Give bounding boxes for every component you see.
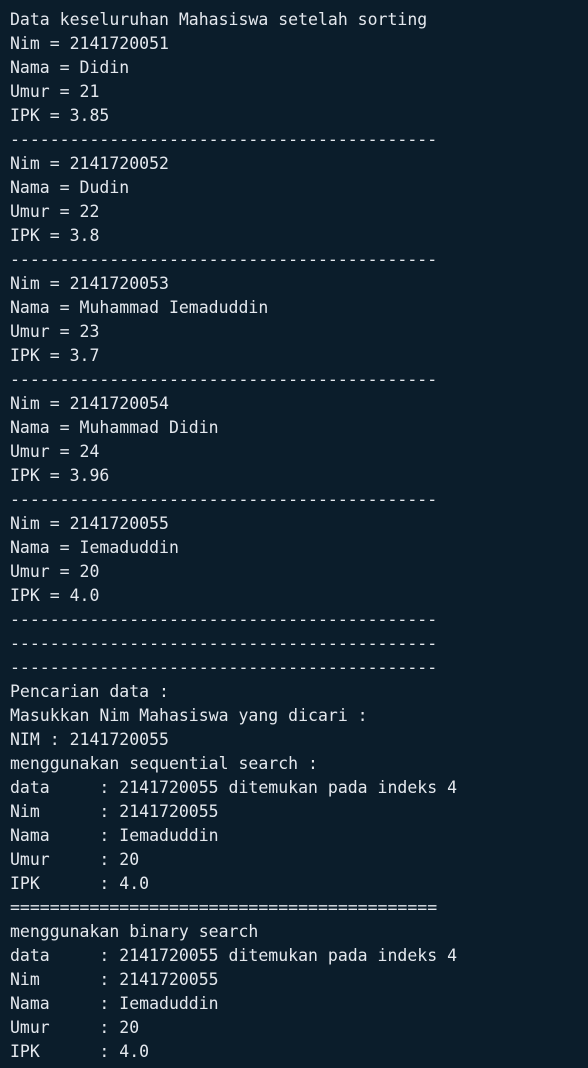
terminal-line: Nama : Iemaduddin bbox=[10, 994, 219, 1013]
terminal-line: IPK : 4.0 bbox=[10, 1042, 150, 1061]
terminal-separator: ----------------------------------------… bbox=[10, 130, 438, 149]
terminal-line: IPK = 3.8 bbox=[10, 226, 100, 245]
terminal-line: Nama = Dudin bbox=[10, 178, 130, 197]
terminal-line: IPK = 3.7 bbox=[10, 346, 100, 365]
terminal-line: Umur = 22 bbox=[10, 202, 100, 221]
terminal-line: NIM : 2141720055 bbox=[10, 730, 169, 749]
terminal-line: Nama = Iemaduddin bbox=[10, 538, 179, 557]
terminal-line: menggunakan binary search bbox=[10, 922, 259, 941]
terminal-line: Nim = 2141720051 bbox=[10, 34, 169, 53]
terminal-separator: ========================================… bbox=[10, 898, 438, 917]
terminal-line: Umur : 20 bbox=[10, 1018, 140, 1037]
terminal-line: data : 2141720055 ditemukan pada indeks … bbox=[10, 778, 458, 797]
terminal-line: data : 2141720055 ditemukan pada indeks … bbox=[10, 946, 458, 965]
terminal-separator: ----------------------------------------… bbox=[10, 370, 438, 389]
terminal-line: Masukkan Nim Mahasiswa yang dicari : bbox=[10, 706, 368, 725]
terminal-line: Umur = 23 bbox=[10, 322, 100, 341]
terminal-line: Umur = 21 bbox=[10, 82, 100, 101]
terminal-line: Nim : 2141720055 bbox=[10, 970, 219, 989]
terminal-line: Umur = 24 bbox=[10, 442, 100, 461]
terminal-line: Nim : 2141720055 bbox=[10, 802, 219, 821]
terminal-line: Data keseluruhan Mahasiswa setelah sorti… bbox=[10, 10, 428, 29]
terminal-line: Pencarian data : bbox=[10, 682, 169, 701]
terminal-line: Nim = 2141720053 bbox=[10, 274, 169, 293]
terminal-line: Nim = 2141720052 bbox=[10, 154, 169, 173]
terminal-line: menggunakan sequential search : bbox=[10, 754, 318, 773]
terminal-line: Umur : 20 bbox=[10, 850, 140, 869]
terminal-separator: ----------------------------------------… bbox=[10, 610, 438, 629]
terminal-output: Data keseluruhan Mahasiswa setelah sorti… bbox=[0, 0, 588, 1068]
terminal-line: Umur = 20 bbox=[10, 562, 100, 581]
terminal-line: Nim = 2141720054 bbox=[10, 394, 169, 413]
terminal-line: Nim = 2141720055 bbox=[10, 514, 169, 533]
terminal-line: Nama : Iemaduddin bbox=[10, 826, 219, 845]
terminal-line: IPK = 3.85 bbox=[10, 106, 110, 125]
terminal-separator: ----------------------------------------… bbox=[10, 490, 438, 509]
terminal-line: IPK = 3.96 bbox=[10, 466, 110, 485]
terminal-separator: ----------------------------------------… bbox=[10, 634, 438, 653]
terminal-line: Nama = Didin bbox=[10, 58, 130, 77]
terminal-line: Nama = Muhammad Didin bbox=[10, 418, 219, 437]
terminal-separator: ----------------------------------------… bbox=[10, 658, 438, 677]
terminal-line: IPK = 4.0 bbox=[10, 586, 100, 605]
terminal-separator: ----------------------------------------… bbox=[10, 250, 438, 269]
terminal-line: Nama = Muhammad Iemaduddin bbox=[10, 298, 269, 317]
terminal-line: IPK : 4.0 bbox=[10, 874, 150, 893]
